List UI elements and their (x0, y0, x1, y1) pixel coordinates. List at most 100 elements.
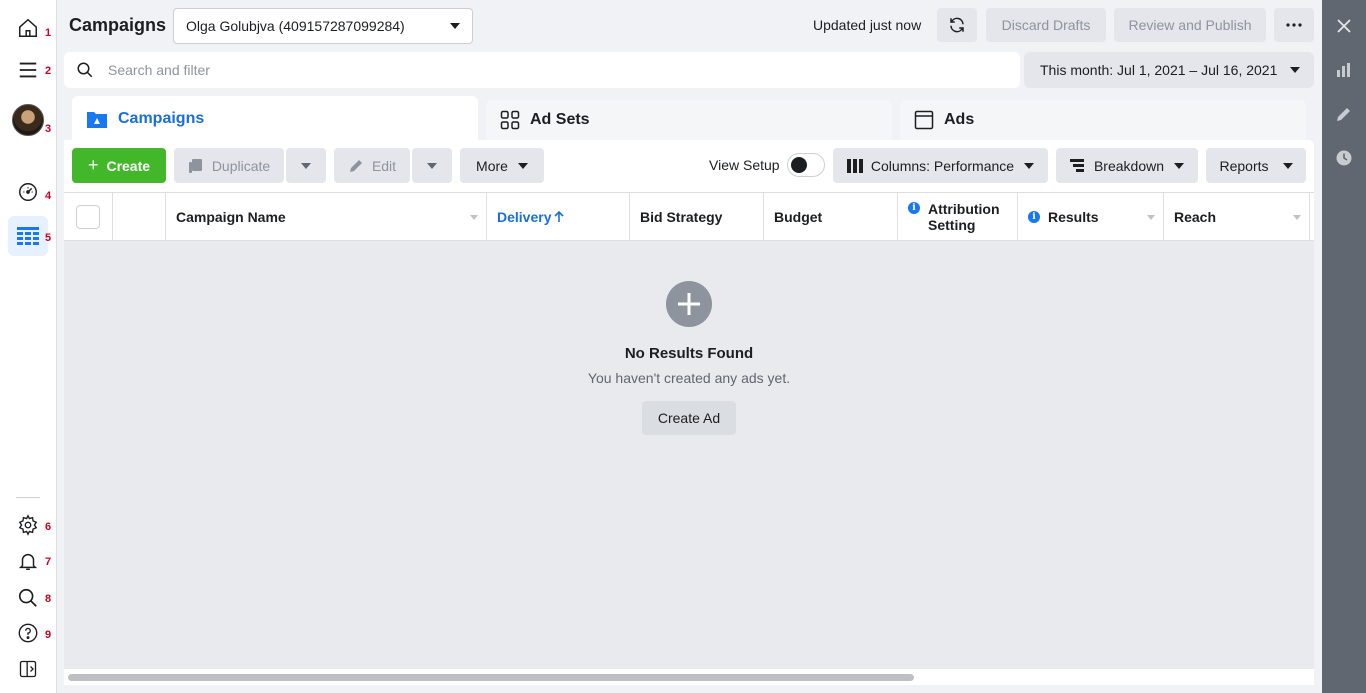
pencil-icon (1337, 108, 1350, 121)
ad-window-icon (914, 110, 934, 130)
sort-caret-icon (1293, 215, 1301, 220)
select-all-checkbox[interactable] (76, 205, 100, 229)
tab-ads[interactable]: Ads (900, 100, 1306, 140)
menu-button[interactable] (8, 50, 48, 90)
campaigns-manager-button[interactable] (8, 216, 48, 256)
chevron-down-icon (517, 162, 528, 169)
left-rail: 1 2 3 4 5 6 7 8 9 (0, 0, 57, 693)
column-label: Bid Strategy (640, 209, 723, 225)
chevron-down-icon (450, 23, 460, 29)
account-selector[interactable]: Olga Golubjva (409157287099284) (173, 8, 473, 44)
tab-label: Ad Sets (530, 111, 590, 128)
right-side-panel (1322, 0, 1366, 693)
column-label: Results (1048, 209, 1099, 225)
history-panel-button[interactable] (1332, 146, 1356, 170)
sort-caret-icon (1147, 215, 1155, 220)
bell-icon (18, 553, 38, 570)
rail-number: 1 (45, 27, 52, 39)
rail-number: 6 (45, 521, 52, 533)
horizontal-scrollbar[interactable] (64, 669, 1314, 685)
create-button[interactable]: + Create (72, 148, 166, 183)
column-header-bid-strategy[interactable]: Bid Strategy (630, 193, 764, 241)
breakdown-button[interactable]: Breakdown (1056, 148, 1198, 183)
view-setup-label: View Setup (709, 157, 780, 173)
gear-icon (18, 514, 38, 536)
rail-number: 7 (45, 556, 52, 568)
column-label: Campaign Name (176, 209, 286, 225)
reports-button[interactable]: Reports (1206, 148, 1306, 183)
campaigns-table-card: + Create Duplicate Edit More View Setup (64, 140, 1314, 685)
settings-button[interactable] (8, 505, 48, 545)
tab-label: Ads (944, 111, 975, 128)
columns-label: Columns: Performance (870, 157, 1015, 174)
tab-ad-sets[interactable]: Ad Sets (486, 100, 892, 140)
breakdown-label: Breakdown (1093, 157, 1165, 174)
select-all-cell (64, 193, 113, 241)
account-overview-button[interactable] (8, 172, 48, 212)
column-header-attribution-setting[interactable]: i Attribution Setting (898, 193, 1018, 241)
create-ad-button[interactable]: Create Ad (642, 401, 736, 435)
tab-campaigns[interactable]: Campaigns (72, 96, 478, 142)
chevron-down-icon (301, 162, 311, 169)
grid-squares-icon (500, 110, 520, 130)
discard-drafts-button[interactable]: Discard Drafts (986, 8, 1106, 42)
close-icon (1337, 19, 1351, 33)
duplicate-button[interactable]: Duplicate (174, 148, 284, 183)
rail-number: 2 (45, 65, 52, 77)
search-icon (77, 62, 93, 78)
more-button[interactable]: More (460, 148, 544, 183)
side-panel-toggle[interactable] (8, 649, 48, 689)
close-panel-button[interactable] (1332, 14, 1356, 38)
breakdown-icon (1069, 158, 1084, 172)
charts-panel-button[interactable] (1332, 58, 1356, 82)
edit-panel-button[interactable] (1332, 102, 1356, 126)
duplicate-dropdown[interactable] (286, 148, 326, 183)
rail-number: 5 (45, 232, 52, 244)
rail-number: 8 (45, 593, 52, 605)
rail-number: 3 (45, 123, 52, 135)
clock-icon (1336, 150, 1352, 166)
reports-label: Reports (1219, 157, 1269, 174)
notifications-button[interactable] (8, 541, 48, 581)
search-button[interactable] (8, 578, 48, 618)
search-input[interactable] (108, 62, 968, 78)
column-header-reach[interactable]: Reach (1164, 193, 1310, 241)
columns-button[interactable]: Columns: Performance (833, 148, 1048, 183)
view-setup-toggle[interactable] (787, 153, 825, 177)
profile-button[interactable] (8, 100, 48, 140)
sort-caret-icon (470, 215, 478, 220)
column-header-delivery[interactable]: Delivery (487, 193, 630, 241)
bar-chart-icon (1337, 63, 1350, 77)
rail-number: 9 (45, 629, 52, 641)
table-header: Campaign Name Delivery Bid Strategy Budg… (64, 192, 1314, 241)
info-icon: i (908, 202, 920, 214)
duplicate-icon (188, 158, 202, 173)
arrow-up-icon (554, 211, 565, 222)
column-header-campaign-name[interactable]: Campaign Name (166, 193, 487, 241)
more-options-button[interactable] (1274, 8, 1314, 42)
create-label: Create (106, 157, 151, 174)
column-label: Budget (774, 209, 823, 225)
home-button[interactable] (8, 8, 48, 48)
table-grid-icon (17, 227, 39, 245)
gauge-icon (19, 183, 37, 201)
refresh-icon (950, 17, 964, 33)
rail-divider (16, 497, 40, 498)
pencil-icon (349, 159, 362, 172)
edit-dropdown[interactable] (412, 148, 452, 183)
column-header-results[interactable]: i Results (1018, 193, 1164, 241)
page-title: Campaigns (69, 15, 167, 35)
help-button[interactable] (8, 613, 48, 653)
main-area: Campaigns Olga Golubjva (409157287099284… (57, 0, 1322, 693)
scrollbar-thumb[interactable] (68, 674, 914, 681)
rail-number: 4 (45, 190, 52, 202)
date-range-picker[interactable]: This month: Jul 1, 2021 – Jul 16, 2021 (1024, 52, 1314, 88)
menu-icon (19, 62, 37, 78)
refresh-button[interactable] (937, 8, 977, 42)
review-publish-button[interactable]: Review and Publish (1114, 8, 1266, 42)
plus-icon: + (87, 155, 99, 175)
empty-state-title: No Results Found (624, 345, 754, 362)
column-header-budget[interactable]: Budget (764, 193, 898, 241)
edit-button[interactable]: Edit (334, 148, 410, 183)
account-name: Olga Golubjva (409157287099284) (186, 18, 405, 34)
